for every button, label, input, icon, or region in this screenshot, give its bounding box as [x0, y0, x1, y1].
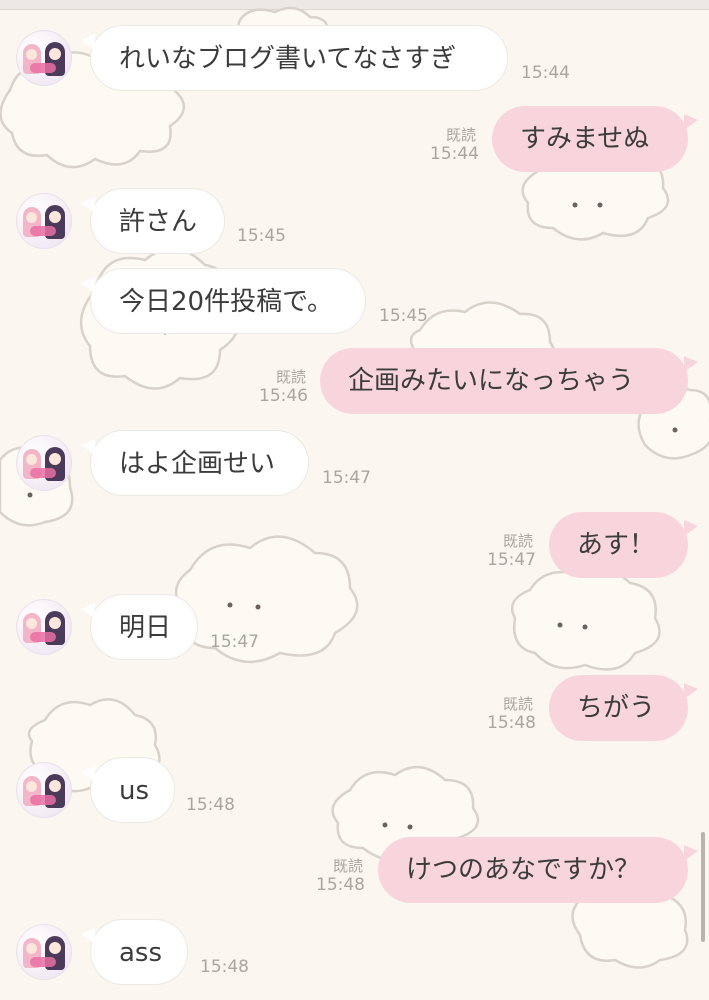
message-row: 既読 15:44 すみませぬ — [0, 106, 709, 176]
message-time: 15:44 — [521, 63, 570, 83]
message-row: 明日 15:47 — [0, 594, 709, 664]
message-bubble-outgoing[interactable]: ちがう — [549, 675, 698, 741]
message-row: ass 15:48 — [0, 919, 709, 989]
read-receipt: 既読 — [503, 695, 534, 713]
message-row: 既読 15:48 けつのあなですか？ — [0, 837, 709, 907]
avatar[interactable] — [16, 435, 72, 491]
message-time: 15:44 — [430, 144, 479, 164]
message-row: 既読 15:46 企画みたいになっちゃう — [0, 348, 709, 418]
message-time: 15:45 — [379, 306, 428, 326]
avatar[interactable] — [16, 599, 72, 655]
message-row: us 15:48 — [0, 757, 709, 827]
avatar[interactable] — [16, 193, 72, 249]
scrollbar[interactable] — [701, 832, 705, 942]
message-row: 既読 15:47 あす！ — [0, 512, 709, 582]
message-time: 15:47 — [322, 468, 371, 488]
message-bubble-incoming[interactable]: ass — [81, 919, 188, 985]
message-time: 15:48 — [487, 713, 536, 733]
avatar[interactable] — [16, 924, 72, 980]
message-time: 15:47 — [210, 632, 259, 652]
message-time: 15:46 — [259, 386, 308, 406]
message-time: 15:48 — [186, 795, 235, 815]
message-bubble-incoming[interactable]: 今日20件投稿で。 — [81, 268, 366, 334]
message-time: 15:45 — [237, 226, 286, 246]
avatar[interactable] — [16, 762, 72, 818]
message-bubble-incoming[interactable]: 明日 — [81, 594, 198, 660]
avatar[interactable] — [16, 30, 72, 86]
message-bubble-incoming[interactable]: us — [81, 757, 175, 823]
message-row: 許さん 15:45 — [0, 188, 709, 258]
read-receipt: 既読 — [276, 368, 307, 386]
message-bubble-incoming[interactable]: はよ企画せい — [81, 430, 309, 496]
message-time: 15:48 — [200, 957, 249, 977]
message-bubble-outgoing[interactable]: すみませぬ — [492, 106, 698, 172]
message-row: 既読 15:48 ちがう — [0, 675, 709, 745]
message-row: 今日20件投稿で。 15:45 — [0, 268, 709, 338]
message-row: れいなブログ書いてなさすぎ 15:44 — [0, 25, 709, 95]
message-bubble-outgoing[interactable]: 企画みたいになっちゃう — [320, 348, 698, 414]
read-receipt: 既読 — [446, 126, 477, 144]
read-receipt: 既読 — [333, 857, 364, 875]
message-time: 15:47 — [487, 550, 536, 570]
message-time: 15:48 — [316, 875, 365, 895]
message-bubble-incoming[interactable]: れいなブログ書いてなさすぎ — [81, 25, 508, 91]
message-bubble-incoming[interactable]: 許さん — [81, 188, 225, 254]
message-bubble-outgoing[interactable]: けつのあなですか？ — [378, 837, 698, 903]
message-row: はよ企画せい 15:47 — [0, 430, 709, 500]
message-bubble-outgoing[interactable]: あす！ — [549, 512, 698, 578]
read-receipt: 既読 — [503, 532, 534, 550]
